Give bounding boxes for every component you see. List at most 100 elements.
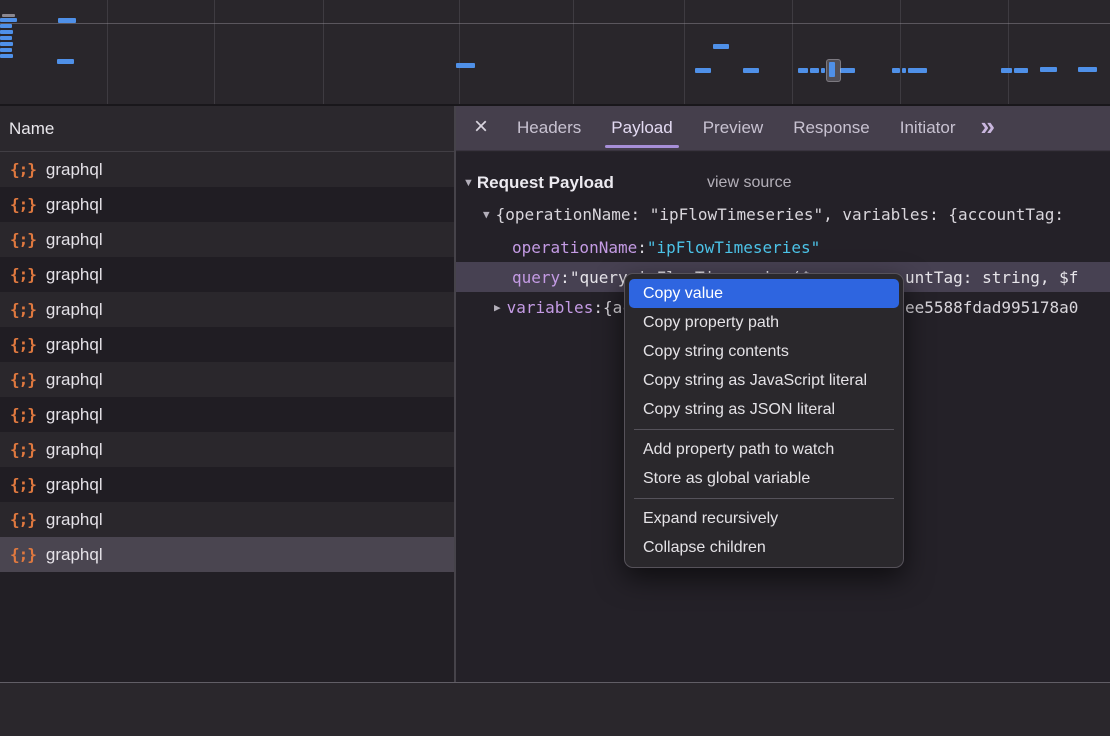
requests-table-header: Name	[0, 106, 455, 152]
request-name: graphql	[46, 370, 103, 390]
waterfall-bar	[0, 42, 13, 46]
waterfall-bar	[821, 68, 825, 73]
property-key: variables	[507, 298, 594, 317]
waterfall-bar	[2, 14, 15, 17]
request-name: graphql	[46, 440, 103, 460]
timeline-gridline	[1008, 0, 1009, 104]
waterfall-bar	[456, 63, 475, 68]
collapse-triangle-icon[interactable]: ▼	[483, 208, 490, 221]
request-row[interactable]: {;}graphql	[0, 152, 455, 187]
request-row[interactable]: {;} graphql	[0, 187, 455, 222]
json-request-icon: {;}	[10, 370, 36, 389]
menu-item-store-as-global-variable[interactable]: Store as global variable	[629, 464, 899, 493]
menu-item-copy-string-as-javascript-literal[interactable]: Copy string as JavaScript literal	[629, 366, 899, 395]
tab-headers[interactable]: Headers	[513, 106, 585, 150]
request-row[interactable]: {;} graphql	[0, 537, 455, 572]
request-row[interactable]: {;} graphql	[0, 222, 455, 257]
request-row[interactable]: {;} graphql	[0, 257, 455, 292]
waterfall-bar	[798, 68, 808, 73]
page-background-edge	[0, 736, 1110, 740]
json-request-icon: {;}	[10, 265, 36, 284]
json-request-icon: {;}	[10, 335, 36, 354]
timeline-gridline	[459, 0, 460, 104]
tab-payload[interactable]: Payload	[607, 106, 676, 150]
waterfall-bar	[1040, 67, 1057, 72]
request-row[interactable]: {;} graphql	[0, 502, 455, 537]
request-name: graphql	[46, 265, 103, 285]
menu-item-expand-recursively[interactable]: Expand recursively	[629, 504, 899, 533]
request-row[interactable]: {;} graphql	[0, 327, 455, 362]
view-source-link[interactable]: view source	[707, 168, 791, 198]
request-row[interactable]: {;}graphql	[0, 397, 455, 432]
close-icon[interactable]: ×	[474, 115, 488, 139]
menu-item-copy-string-contents[interactable]: Copy string contents	[629, 337, 899, 366]
pane-splitter[interactable]	[454, 106, 456, 736]
timeline-gridline	[107, 0, 108, 104]
timeline-gridline	[684, 0, 685, 104]
tab-initiator[interactable]: Initiator	[896, 106, 960, 150]
request-name: graphql	[46, 510, 103, 530]
property-key: operationName	[512, 238, 637, 257]
tab-response[interactable]: Response	[789, 106, 874, 150]
property-value: "ipFlowTimeseries"	[647, 238, 820, 257]
menu-item-copy-property-path[interactable]: Copy property path	[629, 308, 899, 337]
context-menu: Copy valueCopy property pathCopy string …	[624, 273, 904, 568]
request-row[interactable]: {;}graphql	[0, 467, 455, 502]
menu-item-collapse-children[interactable]: Collapse children	[629, 533, 899, 562]
request-row[interactable]: {;} graphql	[0, 362, 455, 397]
waterfall-bar	[0, 18, 17, 22]
devtools-window: Name × Headers Payload Preview Response Init…	[0, 0, 1110, 740]
timeline-gridline	[792, 0, 793, 104]
expand-triangle-icon[interactable]: ▶	[494, 301, 501, 314]
menu-item-copy-string-as-json-literal[interactable]: Copy string as JSON literal	[629, 395, 899, 424]
request-list: {;} graphql {;} graphql {;} graphql {;} graphql…	[0, 152, 455, 683]
request-name: graphql	[46, 475, 103, 495]
property-key: query	[512, 268, 560, 287]
devtools-background: Name × Headers Payload Preview Response Init…	[0, 0, 1110, 736]
object-preview-text: {operationName: "ipFlowTimeseries", vari…	[496, 205, 1064, 224]
overview-midline	[0, 23, 1110, 24]
waterfall-bar	[1014, 68, 1028, 73]
json-request-icon: {;}	[10, 545, 36, 564]
column-header-name[interactable]: Name	[0, 119, 54, 139]
payload-operationname-row[interactable]: operationName: "ipFlowTimeseries"	[456, 232, 1110, 262]
request-name: graphql	[46, 195, 103, 215]
json-request-icon: {;}	[10, 195, 36, 214]
tab-preview[interactable]: Preview	[699, 106, 767, 150]
request-name: graphql	[46, 230, 103, 250]
waterfall-bar	[892, 68, 900, 73]
property-value-continuation: ee5588fdad995178a0	[905, 292, 1078, 322]
json-request-icon: {;}	[10, 230, 36, 249]
waterfall-bar	[0, 36, 12, 40]
payload-preview-row[interactable]: ▼ {operationName: "ipFlowTimeseries", va…	[456, 199, 1110, 229]
timeline-gridline	[573, 0, 574, 104]
timeline-gridline	[323, 0, 324, 104]
waterfall-bar	[1078, 67, 1097, 72]
collapse-triangle-icon[interactable]: ▼	[463, 177, 474, 189]
request-row[interactable]: {;} graphql	[0, 432, 455, 467]
timeline-gridline	[214, 0, 215, 104]
waterfall-bar	[902, 68, 906, 73]
json-request-icon: {;}	[10, 440, 36, 459]
request-row[interactable]: {;}graphql	[0, 292, 455, 327]
menu-item-add-property-path-to-watch[interactable]: Add property path to watch	[629, 435, 899, 464]
section-title: Request Payload	[477, 173, 614, 193]
menu-item-copy-value[interactable]: Copy value	[629, 279, 899, 308]
request-payload-section[interactable]: ▼ Request Payload	[456, 168, 614, 198]
network-overview-timeline[interactable]	[0, 0, 1110, 106]
property-value-continuation: untTag: string, $f	[905, 262, 1078, 292]
request-name: graphql	[46, 405, 103, 425]
more-tabs-icon[interactable]: »	[981, 113, 995, 143]
waterfall-bar	[58, 18, 76, 23]
request-name: graphql	[46, 545, 103, 565]
waterfall-bar	[0, 24, 12, 28]
waterfall-bar	[1001, 68, 1012, 73]
selected-request-bar	[829, 62, 835, 77]
waterfall-bar	[0, 30, 13, 34]
waterfall-bar	[0, 54, 13, 58]
request-name: graphql	[46, 335, 103, 355]
waterfall-bar	[840, 68, 855, 73]
waterfall-bar	[713, 44, 729, 49]
json-request-icon: {;}	[10, 510, 36, 529]
request-name: graphql	[46, 300, 103, 320]
